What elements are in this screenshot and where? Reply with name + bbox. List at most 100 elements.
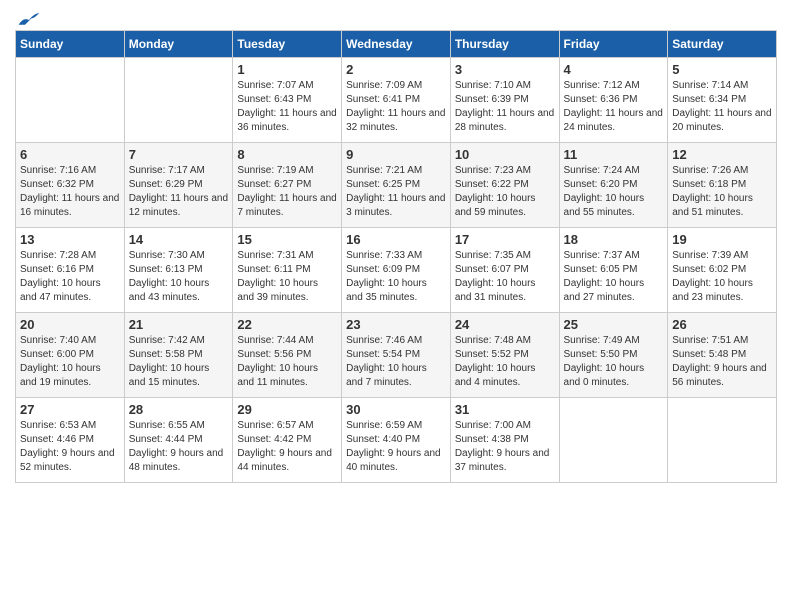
- calendar-cell: 11 Sunrise: 7:24 AMSunset: 6:20 PMDayligh…: [559, 143, 668, 228]
- day-info: Sunrise: 7:28 AMSunset: 6:16 PMDaylight:…: [20, 249, 120, 305]
- day-number: 19: [672, 232, 772, 247]
- day-info: Sunrise: 7:19 AMSunset: 6:27 PMDaylight:…: [237, 164, 337, 220]
- day-info: Sunrise: 7:07 AMSunset: 6:43 PMDaylight:…: [237, 79, 337, 135]
- day-info: Sunrise: 6:59 AMSunset: 4:40 PMDaylight:…: [346, 419, 446, 475]
- day-number: 20: [20, 317, 120, 332]
- day-info: Sunrise: 7:51 AMSunset: 5:48 PMDaylight:…: [672, 334, 772, 390]
- day-info: Sunrise: 7:12 AMSunset: 6:36 PMDaylight:…: [564, 79, 664, 135]
- week-row-3: 13 Sunrise: 7:28 AMSunset: 6:16 PMDayligh…: [16, 228, 777, 313]
- calendar-cell: [559, 398, 668, 483]
- calendar-cell: [668, 398, 777, 483]
- calendar-cell: 20 Sunrise: 7:40 AMSunset: 6:00 PMDayligh…: [16, 313, 125, 398]
- day-number: 31: [455, 402, 555, 417]
- day-number: 18: [564, 232, 664, 247]
- day-info: Sunrise: 7:48 AMSunset: 5:52 PMDaylight:…: [455, 334, 555, 390]
- day-number: 1: [237, 62, 337, 77]
- calendar-cell: 23 Sunrise: 7:46 AMSunset: 5:54 PMDayligh…: [342, 313, 451, 398]
- logo: [15, 10, 41, 22]
- day-info: Sunrise: 7:17 AMSunset: 6:29 PMDaylight:…: [129, 164, 229, 220]
- day-info: Sunrise: 7:42 AMSunset: 5:58 PMDaylight:…: [129, 334, 229, 390]
- calendar-cell: 10Sunrise: 7:23 AMSunset: 6:22 PMDayligh…: [450, 143, 559, 228]
- day-number: 3: [455, 62, 555, 77]
- week-row-1: 1 Sunrise: 7:07 AMSunset: 6:43 PMDaylight…: [16, 58, 777, 143]
- week-row-2: 6 Sunrise: 7:16 AMSunset: 6:32 PMDaylight…: [16, 143, 777, 228]
- weekday-header-sunday: Sunday: [16, 31, 125, 58]
- weekday-header-thursday: Thursday: [450, 31, 559, 58]
- day-info: Sunrise: 7:30 AMSunset: 6:13 PMDaylight:…: [129, 249, 229, 305]
- week-row-5: 27Sunrise: 6:53 AMSunset: 4:46 PMDayligh…: [16, 398, 777, 483]
- day-number: 2: [346, 62, 446, 77]
- day-number: 25: [564, 317, 664, 332]
- calendar-cell: 1 Sunrise: 7:07 AMSunset: 6:43 PMDaylight…: [233, 58, 342, 143]
- day-number: 28: [129, 402, 229, 417]
- day-info: Sunrise: 7:46 AMSunset: 5:54 PMDaylight:…: [346, 334, 446, 390]
- header: [15, 10, 777, 22]
- calendar-cell: 2 Sunrise: 7:09 AMSunset: 6:41 PMDaylight…: [342, 58, 451, 143]
- logo-bird-icon: [17, 10, 41, 30]
- day-number: 26: [672, 317, 772, 332]
- weekday-header-friday: Friday: [559, 31, 668, 58]
- calendar-cell: 29 Sunrise: 6:57 AMSunset: 4:42 PMDayligh…: [233, 398, 342, 483]
- day-number: 6: [20, 147, 120, 162]
- calendar-cell: 28 Sunrise: 6:55 AMSunset: 4:44 PMDayligh…: [124, 398, 233, 483]
- calendar-cell: 26 Sunrise: 7:51 AMSunset: 5:48 PMDayligh…: [668, 313, 777, 398]
- day-info: Sunrise: 7:37 AMSunset: 6:05 PMDaylight:…: [564, 249, 664, 305]
- calendar-cell: 30 Sunrise: 6:59 AMSunset: 4:40 PMDayligh…: [342, 398, 451, 483]
- day-number: 15: [237, 232, 337, 247]
- calendar-cell: 31Sunrise: 7:00 AMSunset: 4:38 PMDayligh…: [450, 398, 559, 483]
- day-info: Sunrise: 7:10 AMSunset: 6:39 PMDaylight:…: [455, 79, 555, 135]
- day-info: Sunrise: 7:44 AMSunset: 5:56 PMDaylight:…: [237, 334, 337, 390]
- day-number: 13: [20, 232, 120, 247]
- day-info: Sunrise: 7:16 AMSunset: 6:32 PMDaylight:…: [20, 164, 120, 220]
- day-info: Sunrise: 7:26 AMSunset: 6:18 PMDaylight:…: [672, 164, 772, 220]
- day-number: 29: [237, 402, 337, 417]
- day-info: Sunrise: 6:53 AMSunset: 4:46 PMDaylight:…: [20, 419, 120, 475]
- day-info: Sunrise: 7:09 AMSunset: 6:41 PMDaylight:…: [346, 79, 446, 135]
- weekday-header-monday: Monday: [124, 31, 233, 58]
- day-number: 14: [129, 232, 229, 247]
- calendar-cell: [124, 58, 233, 143]
- day-info: Sunrise: 6:57 AMSunset: 4:42 PMDaylight:…: [237, 419, 337, 475]
- calendar-cell: 14 Sunrise: 7:30 AMSunset: 6:13 PMDayligh…: [124, 228, 233, 313]
- calendar-cell: [16, 58, 125, 143]
- day-number: 16: [346, 232, 446, 247]
- day-info: Sunrise: 6:55 AMSunset: 4:44 PMDaylight:…: [129, 419, 229, 475]
- calendar-cell: 4Sunrise: 7:12 AMSunset: 6:36 PMDaylight…: [559, 58, 668, 143]
- day-info: Sunrise: 7:49 AMSunset: 5:50 PMDaylight:…: [564, 334, 664, 390]
- day-number: 17: [455, 232, 555, 247]
- calendar-cell: 27Sunrise: 6:53 AMSunset: 4:46 PMDayligh…: [16, 398, 125, 483]
- calendar-table: SundayMondayTuesdayWednesdayThursdayFrid…: [15, 30, 777, 483]
- calendar-cell: 19Sunrise: 7:39 AMSunset: 6:02 PMDayligh…: [668, 228, 777, 313]
- day-info: Sunrise: 7:24 AMSunset: 6:20 PMDaylight:…: [564, 164, 664, 220]
- day-number: 7: [129, 147, 229, 162]
- day-info: Sunrise: 7:31 AMSunset: 6:11 PMDaylight:…: [237, 249, 337, 305]
- calendar-cell: 24Sunrise: 7:48 AMSunset: 5:52 PMDayligh…: [450, 313, 559, 398]
- day-number: 22: [237, 317, 337, 332]
- week-row-4: 20 Sunrise: 7:40 AMSunset: 6:00 PMDayligh…: [16, 313, 777, 398]
- day-number: 9: [346, 147, 446, 162]
- weekday-header-tuesday: Tuesday: [233, 31, 342, 58]
- calendar-container: SundayMondayTuesdayWednesdayThursdayFrid…: [0, 0, 792, 498]
- day-number: 5: [672, 62, 772, 77]
- calendar-cell: 8 Sunrise: 7:19 AMSunset: 6:27 PMDaylight…: [233, 143, 342, 228]
- day-number: 8: [237, 147, 337, 162]
- day-number: 11: [564, 147, 664, 162]
- day-info: Sunrise: 7:33 AMSunset: 6:09 PMDaylight:…: [346, 249, 446, 305]
- weekday-header-wednesday: Wednesday: [342, 31, 451, 58]
- day-info: Sunrise: 7:23 AMSunset: 6:22 PMDaylight:…: [455, 164, 555, 220]
- weekday-header-row: SundayMondayTuesdayWednesdayThursdayFrid…: [16, 31, 777, 58]
- calendar-cell: 21Sunrise: 7:42 AMSunset: 5:58 PMDayligh…: [124, 313, 233, 398]
- calendar-cell: 9Sunrise: 7:21 AMSunset: 6:25 PMDaylight…: [342, 143, 451, 228]
- calendar-cell: 17 Sunrise: 7:35 AMSunset: 6:07 PMDayligh…: [450, 228, 559, 313]
- calendar-cell: 15 Sunrise: 7:31 AMSunset: 6:11 PMDayligh…: [233, 228, 342, 313]
- calendar-cell: 12Sunrise: 7:26 AMSunset: 6:18 PMDayligh…: [668, 143, 777, 228]
- day-info: Sunrise: 7:35 AMSunset: 6:07 PMDaylight:…: [455, 249, 555, 305]
- calendar-cell: 5Sunrise: 7:14 AMSunset: 6:34 PMDaylight…: [668, 58, 777, 143]
- weekday-header-saturday: Saturday: [668, 31, 777, 58]
- day-info: Sunrise: 7:40 AMSunset: 6:00 PMDaylight:…: [20, 334, 120, 390]
- day-number: 23: [346, 317, 446, 332]
- day-number: 30: [346, 402, 446, 417]
- calendar-cell: 3 Sunrise: 7:10 AMSunset: 6:39 PMDaylight…: [450, 58, 559, 143]
- calendar-cell: 16 Sunrise: 7:33 AMSunset: 6:09 PMDayligh…: [342, 228, 451, 313]
- calendar-cell: 7 Sunrise: 7:17 AMSunset: 6:29 PMDaylight…: [124, 143, 233, 228]
